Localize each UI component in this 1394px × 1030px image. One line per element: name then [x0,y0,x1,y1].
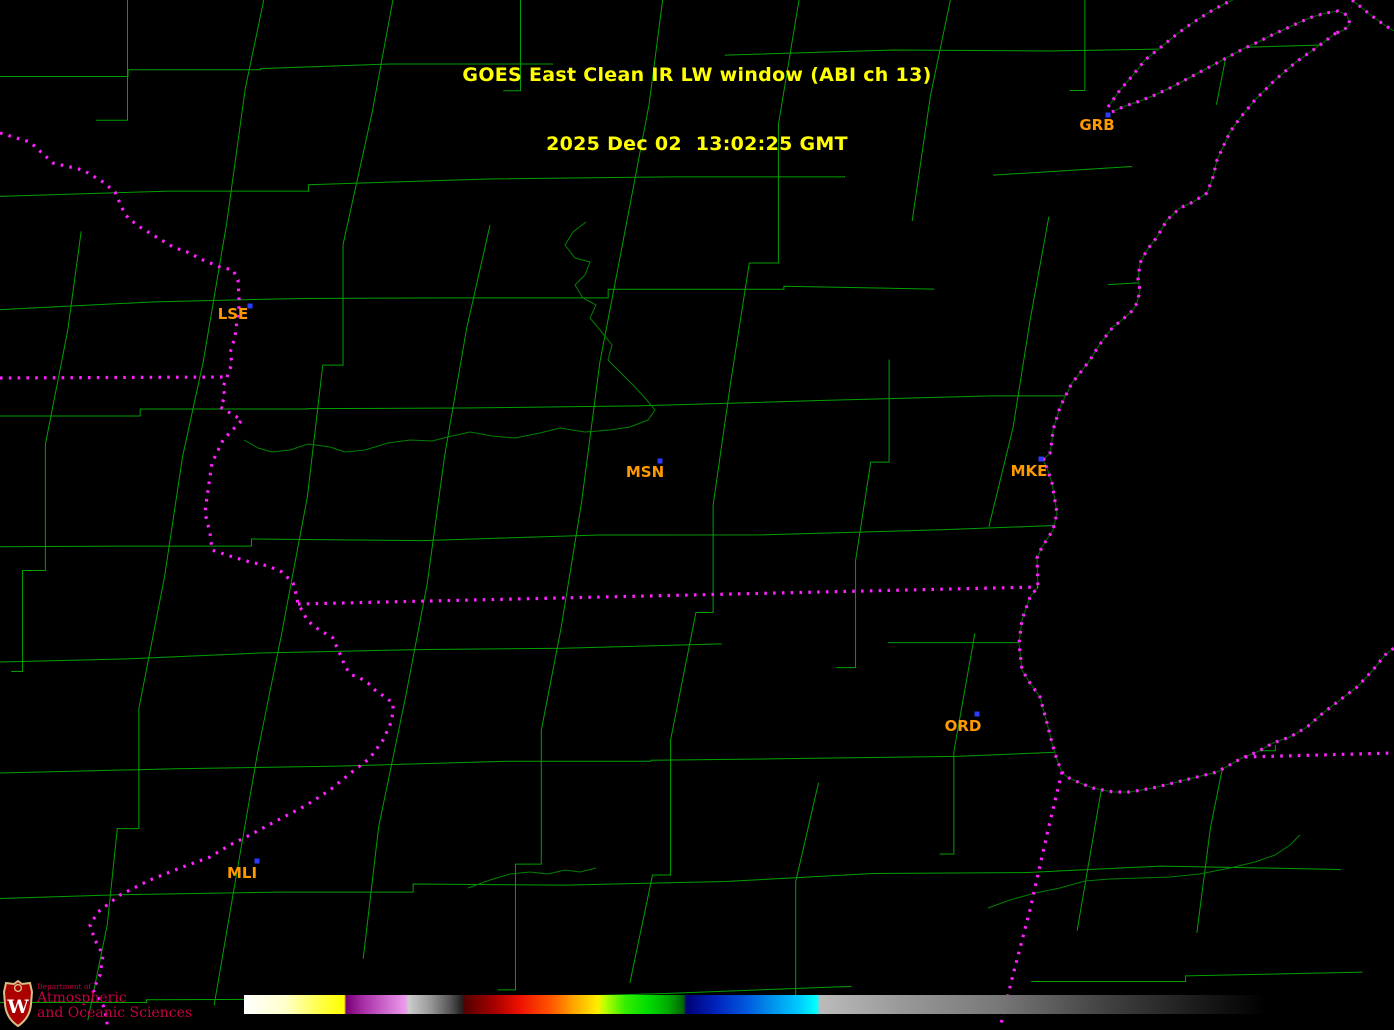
logo-name-line1: Atmospheric [37,990,127,1006]
kankakee-river [987,834,1301,909]
county-boundary-line [1069,0,1086,92]
city-dot-ORD [974,711,980,717]
city-label-ORD: ORD [945,717,982,735]
county-boundary-line [96,0,128,121]
logo-name-line2: and Oceanic Sciences [37,1005,193,1021]
wisconsin-river [243,221,656,453]
county-boundary-line [724,42,1382,56]
mississippi-river-border [0,131,395,1030]
county-boundary-line [1031,971,1363,982]
county-boundary-line [0,285,935,311]
city-label-LSE: LSE [218,305,249,323]
city-label-MSN: MSN [626,463,664,481]
county-boundary-line [497,0,664,991]
city-label-MLI: MLI [227,864,257,882]
county-boundary-line [988,216,1050,527]
county-boundary-line [503,0,522,92]
uw-aos-logo: W Department of Atmospheric and Oceanic … [3,980,243,1028]
mn-ia-border-border [0,375,226,380]
county-boundary-line [362,225,491,959]
county-boundary-line [11,231,82,672]
county-boundary-line [0,63,554,78]
county-boundary-line [629,0,800,984]
county-boundary-line [939,633,976,855]
county-boundary-line [213,0,394,1006]
city-label-MKE: MKE [1011,462,1048,480]
wi-il-border-border [297,585,1039,606]
uw-crest-icon: W [3,980,33,1028]
county-boundary-line [0,176,845,197]
county-boundary-line [836,359,890,669]
satellite-map-canvas: GRB LSE MSN MKE ORD MLI [0,0,1394,1030]
svg-text:W: W [6,996,29,1018]
ir-temperature-colorbar [244,995,1266,1014]
lake-michigan-water [1019,0,1394,792]
county-boundary-line [0,643,722,663]
city-label-GRB: GRB [1079,116,1114,134]
county-boundary-line [993,166,1133,176]
county-boundary-line [911,0,951,222]
mi-in-border-border [1244,751,1394,759]
city-dot-MLI [254,858,260,864]
county-boundary-line [773,782,819,1009]
satellite-image-viewport: GRB LSE MSN MKE ORD MLI GOES East Clean IR LW… [0,0,1394,1030]
city-dot-MKE [1038,456,1044,462]
